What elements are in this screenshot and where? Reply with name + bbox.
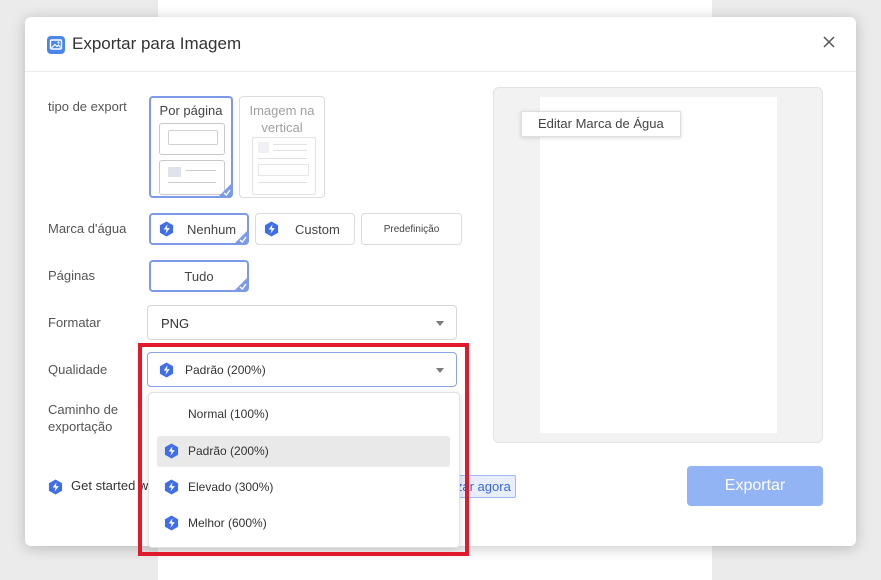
chevron-down-icon	[436, 368, 444, 373]
quality-option-high[interactable]: Elevado (300%)	[157, 472, 450, 503]
lightning-icon	[164, 479, 179, 495]
promo-text: Get started w	[71, 478, 149, 493]
format-label: Formatar	[48, 315, 101, 330]
page-thumbnail-icon	[159, 160, 225, 195]
pages-option-all[interactable]: Tudo	[149, 260, 249, 292]
watermark-option-preset-label: Predefinição	[383, 224, 440, 235]
export-type-vertical-label: Imagem na vertical	[249, 103, 315, 135]
format-select[interactable]: PNG	[147, 305, 457, 340]
export-type-vertical[interactable]: Imagem na vertical	[239, 96, 325, 198]
watermark-label: Marca d'água	[48, 221, 127, 236]
preview-panel: Editar Marca de Água	[493, 87, 823, 443]
lightning-icon	[164, 443, 179, 459]
format-select-value: PNG	[161, 316, 190, 331]
pages-option-all-label: Tudo	[184, 269, 214, 284]
export-type-per-page-label: Por página	[159, 103, 223, 118]
quality-label: Qualidade	[48, 362, 108, 377]
selected-check-icon	[234, 230, 248, 244]
watermark-option-preset[interactable]: Predefinição	[361, 213, 462, 245]
watermark-option-custom[interactable]: Custom	[255, 213, 355, 245]
export-type-per-page[interactable]: Por página	[149, 96, 233, 198]
page-thumbnail-icon	[159, 123, 225, 155]
selected-check-icon	[234, 277, 248, 291]
quality-option-normal[interactable]: Normal (100%)	[157, 399, 450, 430]
quality-select-value: Padrão (200%)	[185, 363, 266, 377]
close-icon[interactable]	[822, 35, 836, 49]
preview-page	[540, 97, 777, 433]
pages-label: Páginas	[48, 268, 95, 283]
chevron-down-icon	[436, 321, 444, 326]
lightning-icon	[164, 515, 179, 531]
lightning-icon	[159, 221, 174, 237]
lightning-icon	[264, 221, 279, 237]
export-button[interactable]: Exportar	[687, 466, 823, 506]
watermark-option-none-label: Nenhum	[187, 222, 237, 237]
watermark-option-none[interactable]: Nenhum	[149, 213, 249, 245]
long-image-thumbnail-icon	[252, 137, 316, 195]
dialog-title: Exportar para Imagem	[72, 34, 242, 53]
selected-check-icon	[218, 183, 232, 197]
export-path-label: Caminho de exportação	[48, 402, 119, 434]
quality-option-standard[interactable]: Padrão (200%)	[157, 436, 450, 467]
export-type-label: tipo de export	[48, 99, 127, 114]
lightning-icon	[48, 479, 63, 495]
quality-select[interactable]: Padrão (200%)	[147, 352, 457, 387]
dialog-header: Exportar para Imagem	[25, 17, 856, 72]
edit-watermark-button[interactable]: Editar Marca de Água	[521, 111, 681, 137]
quality-option-best[interactable]: Melhor (600%)	[157, 508, 450, 539]
watermark-option-custom-label: Custom	[295, 222, 340, 237]
lightning-icon	[159, 362, 174, 378]
quality-dropdown-menu: Normal (100%) Padrão (200%) Elevado (300…	[148, 392, 460, 548]
export-image-dialog: Exportar para Imagem tipo de export Por …	[25, 17, 856, 548]
image-export-icon	[47, 36, 65, 54]
